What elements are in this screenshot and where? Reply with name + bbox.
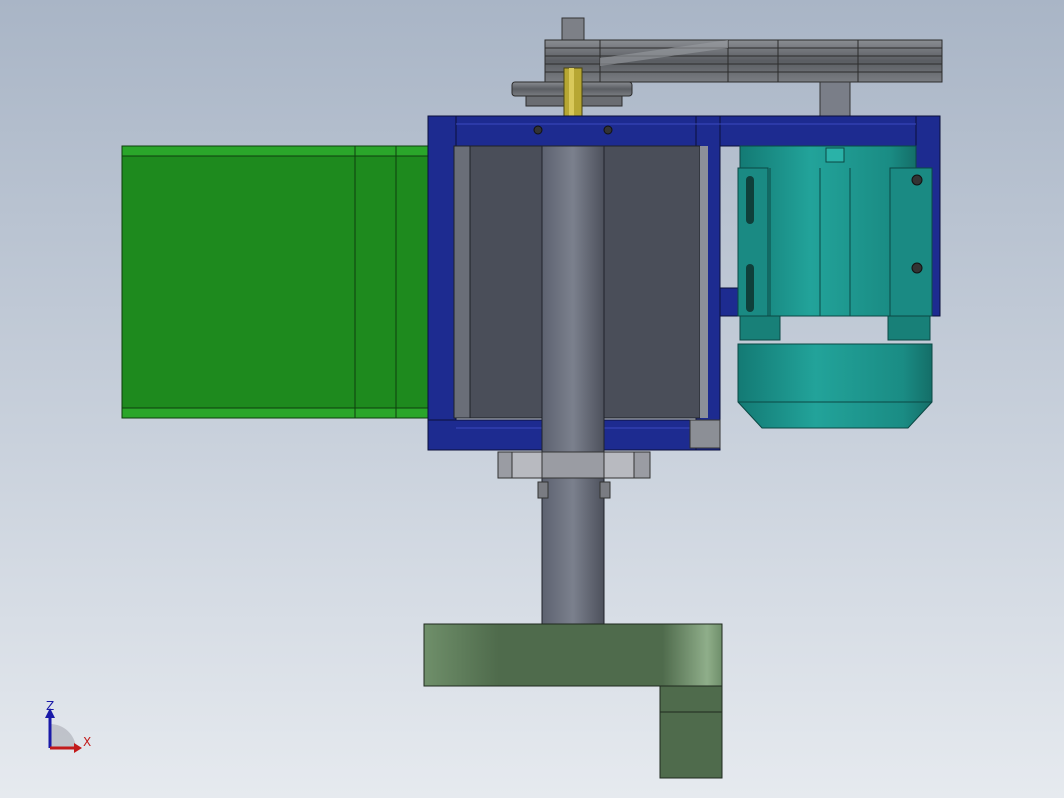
electric-motor <box>737 145 933 429</box>
z-axis-label: Z <box>46 699 54 713</box>
axis-triad: Z X <box>45 699 91 753</box>
machine-assembly-drawing: Z X <box>45 17 943 779</box>
cad-viewport[interactable]: Z X <box>0 0 1064 798</box>
main-shaft <box>541 145 605 627</box>
base-housing <box>423 623 723 779</box>
x-axis-label: X <box>83 735 91 749</box>
drive-belt <box>544 17 943 83</box>
motor-shaft-upper <box>819 81 851 119</box>
green-hopper <box>121 145 455 419</box>
